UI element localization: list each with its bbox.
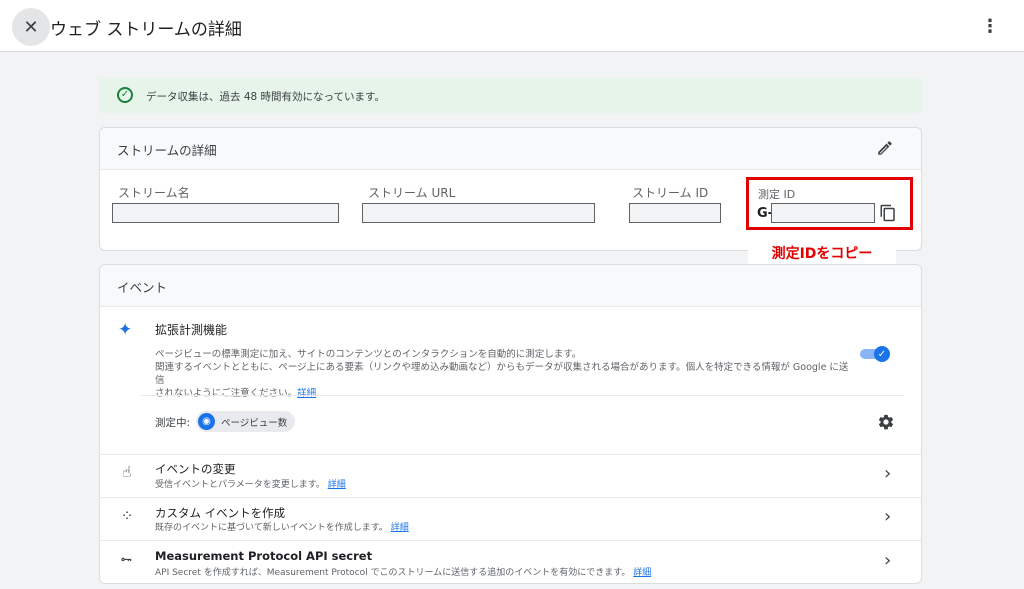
more-vert-icon: ⋮	[981, 15, 999, 37]
create-custom-event-link[interactable]: 詳細	[391, 523, 409, 533]
stream-details-title: ストリームの詳細	[117, 143, 217, 158]
stream-url-label: ストリーム URL	[368, 186, 456, 200]
modify-events-title: イベントの変更	[155, 462, 236, 476]
create-custom-event-title: カスタム イベントを作成	[155, 506, 286, 520]
eye-icon: ◉	[198, 413, 215, 430]
modify-events-link[interactable]: 詳細	[328, 480, 346, 490]
cursor-sparkle-icon: ⁘	[120, 507, 134, 525]
modify-events-desc: 受信イベントとパラメータを変更します。 詳細	[155, 477, 346, 490]
data-collection-banner: ✓ データ収集は、過去 48 時間有効になっています。	[99, 78, 922, 113]
stream-details-header: ストリームの詳細	[100, 128, 921, 170]
enhanced-desc-line-3: されないようにご注意ください。詳細	[155, 387, 855, 400]
chevron-right-icon: ›	[884, 506, 892, 527]
measurement-protocol-desc-text: API Secret を作成すれば、Measurement Protocol で…	[155, 568, 631, 578]
stream-name-field[interactable]	[112, 203, 339, 223]
row-divider-1	[100, 454, 921, 455]
touch-icon: ☝	[122, 463, 132, 481]
chevron-right-icon: ›	[884, 463, 892, 484]
modify-events-desc-text: 受信イベントとパラメータを変更します。	[155, 480, 325, 490]
enhanced-measurement-toggle[interactable]: ✓	[860, 346, 890, 362]
stream-name-label: ストリーム名	[118, 186, 190, 200]
enhanced-desc-line-2: 関連するイベントとともに、ページ上にある要素（リンクや埋め込み動画など）からもデ…	[155, 362, 849, 386]
top-bar: ✕ ウェブ ストリームの詳細 ⋮	[0, 0, 1024, 52]
measurement-protocol-title: Measurement Protocol API secret	[155, 549, 373, 563]
create-custom-event-desc-text: 既存のイベントに基づいて新しいイベントを作成します。	[155, 523, 388, 533]
key-icon	[121, 557, 132, 562]
pencil-icon[interactable]	[876, 139, 894, 157]
measurement-protocol-link[interactable]: 詳細	[633, 568, 651, 578]
enhanced-details-link[interactable]: 詳細	[297, 388, 316, 399]
page-title: ウェブ ストリームの詳細	[50, 20, 242, 40]
events-header: イベント	[100, 265, 921, 307]
stream-url-field[interactable]	[362, 203, 595, 223]
events-title: イベント	[117, 280, 168, 295]
chevron-right-icon: ›	[884, 550, 892, 571]
sparkle-icon: ✦	[118, 320, 133, 340]
gear-icon[interactable]	[877, 413, 895, 431]
create-custom-event-desc: 既存のイベントに基づいて新しいイベントを作成します。 詳細	[155, 520, 409, 533]
measurement-id-highlight: 測定 ID G-	[746, 177, 913, 230]
check-icon: ✓	[874, 346, 890, 362]
copy-icon[interactable]	[879, 204, 897, 222]
enhanced-desc-line-1: ページビューの標準測定に加え、サイトのコンテンツとのインタラクションを自動的に測…	[155, 349, 582, 360]
check-circle-icon: ✓	[117, 87, 133, 103]
enhanced-divider	[140, 395, 904, 396]
enhanced-measurement-description: ページビューの標準測定に加え、サイトのコンテンツとのインタラクションを自動的に測…	[155, 348, 855, 400]
row-divider-3	[100, 540, 921, 541]
page-views-chip-label: ページビュー数	[221, 418, 288, 429]
enhanced-measurement-title: 拡張計測機能	[155, 323, 228, 337]
measurement-id-field[interactable]	[771, 203, 875, 223]
measurement-id-label: 測定 ID	[758, 188, 796, 201]
enhanced-desc-line-3-text: されないようにご注意ください。	[155, 388, 298, 399]
page-views-chip[interactable]: ◉ ページビュー数	[196, 411, 295, 432]
close-button[interactable]: ✕	[12, 8, 50, 46]
measurement-protocol-desc: API Secret を作成すれば、Measurement Protocol で…	[155, 565, 651, 578]
stream-id-label: ストリーム ID	[632, 186, 709, 200]
row-divider-2	[100, 497, 921, 498]
stream-id-field[interactable]	[629, 203, 721, 223]
banner-text: データ収集は、過去 48 時間有効になっています。	[146, 91, 385, 103]
close-icon: ✕	[23, 16, 39, 38]
more-options-button[interactable]: ⋮	[978, 14, 1002, 38]
measuring-label: 測定中:	[155, 417, 191, 429]
